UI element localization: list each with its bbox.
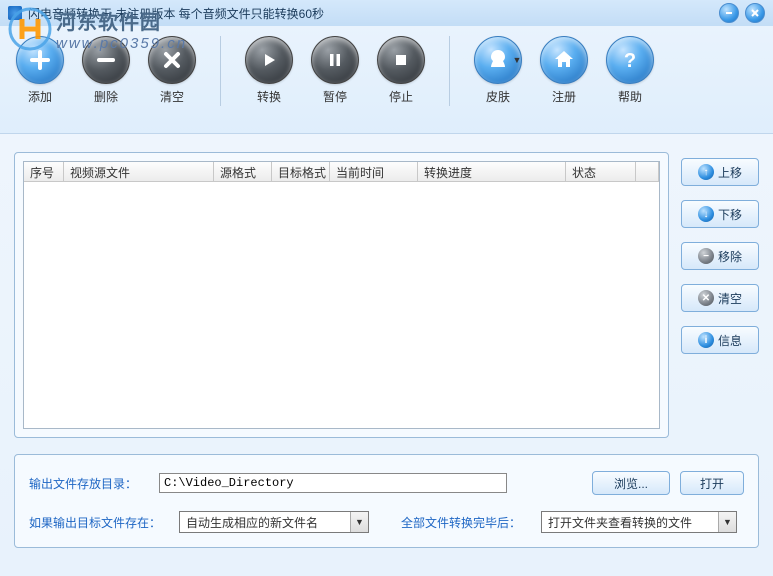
chevron-down-icon: ▼	[350, 512, 368, 532]
output-settings-panel: 输出文件存放目录： 浏览... 打开 如果输出目标文件存在： 自动生成相应的新文…	[14, 454, 759, 548]
table-header: 序号 视频源文件 源格式 目标格式 当前时间 转换进度 状态	[24, 162, 659, 182]
toolbar-separator	[449, 36, 450, 106]
app-icon	[8, 6, 22, 20]
file-list-panel: 序号 视频源文件 源格式 目标格式 当前时间 转换进度 状态	[14, 152, 669, 438]
remove-button[interactable]: − 移除	[681, 242, 759, 270]
col-curtime[interactable]: 当前时间	[330, 162, 418, 181]
table-body[interactable]	[24, 182, 659, 428]
play-icon	[259, 50, 279, 70]
skin-icon	[485, 47, 511, 73]
convert-button[interactable]: 转换	[245, 36, 293, 105]
after-label: 全部文件转换完毕后：	[401, 514, 531, 531]
plus-icon	[28, 48, 52, 72]
col-dstfmt[interactable]: 目标格式	[272, 162, 330, 181]
stop-button[interactable]: 停止	[377, 36, 425, 105]
home-icon	[552, 48, 576, 72]
col-srcfmt[interactable]: 源格式	[214, 162, 272, 181]
outdir-label: 输出文件存放目录：	[29, 475, 149, 492]
col-progress[interactable]: 转换进度	[418, 162, 566, 181]
exist-combo[interactable]: 自动生成相应的新文件名 ▼	[179, 511, 369, 533]
minimize-button[interactable]	[719, 3, 739, 23]
col-source[interactable]: 视频源文件	[64, 162, 214, 181]
move-up-button[interactable]: ↑ 上移	[681, 158, 759, 186]
chevron-down-icon: ▼	[718, 512, 736, 532]
delete-button[interactable]: 删除	[82, 36, 130, 105]
close-button[interactable]	[745, 3, 765, 23]
col-status[interactable]: 状态	[566, 162, 636, 181]
file-table[interactable]: 序号 视频源文件 源格式 目标格式 当前时间 转换进度 状态	[23, 161, 660, 429]
skin-dropdown-arrow[interactable]: ▼	[512, 36, 522, 84]
move-down-button[interactable]: ↓ 下移	[681, 200, 759, 228]
col-index[interactable]: 序号	[24, 162, 64, 181]
arrow-up-icon: ↑	[698, 164, 714, 180]
after-combo[interactable]: 打开文件夹查看转换的文件 ▼	[541, 511, 737, 533]
window-title: 闪电音频转换王 未注册版本 每个音频文件只能转换60秒	[28, 5, 324, 22]
register-button[interactable]: 注册	[540, 36, 588, 105]
minus-icon	[94, 48, 118, 72]
chevron-down-icon: ▼	[513, 55, 522, 65]
x-icon	[161, 49, 183, 71]
add-button[interactable]: 添加	[16, 36, 64, 105]
outdir-input[interactable]	[159, 473, 507, 493]
open-button[interactable]: 打开	[680, 471, 744, 495]
stop-icon	[392, 51, 410, 69]
browse-button[interactable]: 浏览...	[592, 471, 670, 495]
question-icon: ?	[618, 48, 642, 72]
clear-side-button[interactable]: ✕ 清空	[681, 284, 759, 312]
pause-button[interactable]: 暂停	[311, 36, 359, 105]
exist-label: 如果输出目标文件存在：	[29, 514, 169, 531]
clear-button[interactable]: 清空	[148, 36, 196, 105]
toolbar-separator	[220, 36, 221, 106]
main-toolbar: 添加 删除 清空 转换 暂停 停止 皮肤	[0, 26, 773, 134]
minus-icon: −	[698, 248, 714, 264]
help-button[interactable]: ? 帮助	[606, 36, 654, 105]
pause-icon	[326, 51, 344, 69]
svg-text:?: ?	[624, 50, 636, 72]
info-button[interactable]: i 信息	[681, 326, 759, 354]
info-icon: i	[698, 332, 714, 348]
arrow-down-icon: ↓	[698, 206, 714, 222]
x-icon: ✕	[698, 290, 714, 306]
